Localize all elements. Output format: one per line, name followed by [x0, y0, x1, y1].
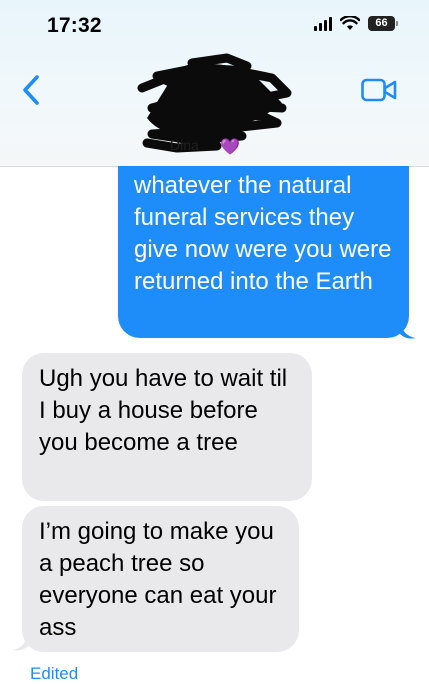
- sent-bubble-tail: [400, 320, 416, 339]
- contact-name[interactable]: Dina: [170, 137, 199, 153]
- wifi-icon: [340, 16, 360, 30]
- edited-label[interactable]: Edited: [30, 664, 78, 684]
- cellular-signal-icon: [314, 16, 332, 31]
- chevron-left-icon[interactable]: [20, 74, 42, 106]
- conversation-header: 17:32 66 Dina 💜: [0, 0, 429, 167]
- received-bubble-tail: [12, 632, 28, 651]
- battery-icon: 66: [368, 16, 398, 31]
- received-message-bubble[interactable]: I’m going to make you a peach tree so ev…: [22, 506, 299, 652]
- redaction-scribble: [137, 53, 292, 153]
- heart-emoji: 💜: [220, 139, 240, 156]
- sent-message-bubble[interactable]: whatever the natural funeral services th…: [118, 166, 409, 338]
- video-camera-icon[interactable]: [361, 78, 397, 102]
- status-time: 17:32: [47, 14, 102, 37]
- received-message-bubble[interactable]: Ugh you have to wait til I buy a house b…: [22, 353, 312, 501]
- status-indicators: 66: [314, 16, 398, 31]
